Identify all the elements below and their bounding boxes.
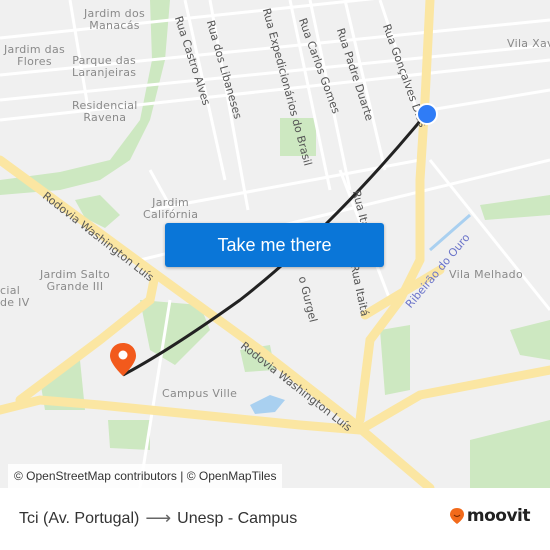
neighborhood-label: Campus Ville: [162, 387, 238, 400]
neighborhood-label: Jardim Salto Grande III: [40, 268, 110, 293]
map-attribution[interactable]: © OpenStreetMap contributors | © OpenMap…: [8, 464, 283, 488]
origin-dot-icon[interactable]: [416, 103, 438, 125]
moovit-logo-icon: [449, 508, 464, 524]
neighborhood-label: Jardim Califórnia: [143, 196, 199, 221]
destination-pin-icon[interactable]: [109, 342, 137, 378]
neighborhood-label: Parque das Laranjeiras: [72, 54, 137, 79]
destination-stop-name: Unesp - Campus: [177, 509, 298, 527]
footer-bar: Tci (Av. Portugal) ⟶ Unesp - Campus moov…: [0, 488, 550, 550]
neighborhood-label: Jardim das Flores: [4, 43, 66, 68]
map-canvas[interactable]: Jardim dos Manacás Jardim das Flores Parqu…: [0, 0, 550, 488]
neighborhood-label: cial de IV: [0, 284, 30, 309]
arrow-right-icon: ⟶: [145, 508, 172, 528]
neighborhood-label: Vila Melhado: [449, 268, 523, 281]
neighborhood-label: Residencial Ravena: [72, 99, 138, 124]
pond: [250, 395, 285, 414]
origin-stop-name: Tci (Av. Portugal): [19, 509, 140, 527]
moovit-brand[interactable]: moovit: [449, 506, 531, 526]
moovit-wordmark: moovit: [466, 506, 531, 526]
route-summary: Tci (Av. Portugal) ⟶ Unesp - Campus: [19, 508, 297, 529]
take-me-there-button[interactable]: Take me there: [165, 223, 384, 267]
neighborhood-label: Vila Xav: [507, 37, 550, 50]
neighborhood-label: Jardim dos Manacás: [84, 7, 146, 32]
